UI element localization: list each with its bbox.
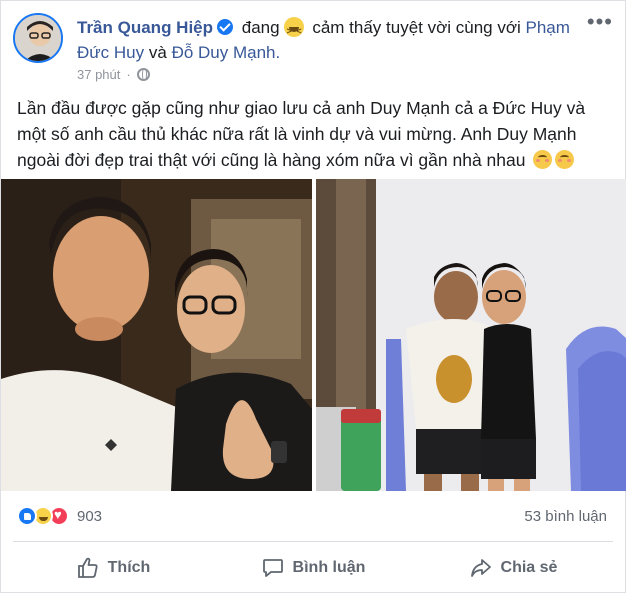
comment-count[interactable]: 53 bình luận [524,508,607,525]
like-label: Thích [107,559,151,576]
feeling-prefix: đang [241,18,280,37]
photo-standing[interactable] [316,179,626,491]
author-avatar[interactable] [13,13,63,63]
grinning-squinting-emoji-icon [283,17,304,44]
post-timestamp[interactable]: 37 phút [77,67,120,82]
photo-selfie[interactable] [1,179,312,491]
photo-grid [1,179,626,491]
post-meta: 37 phút · [77,67,150,82]
meta-dot: · [126,67,131,82]
smiling-blush-emoji-icon [533,150,553,169]
post-body-text: Lần đầu được gặp cũng như giao lưu cả an… [17,95,613,173]
share-arrow-icon [470,559,491,577]
author-name[interactable]: Trần Quang Hiệp [77,18,213,37]
globe-icon[interactable] [136,68,150,81]
comment-button[interactable]: Bình luận [213,547,413,589]
divider [13,541,613,542]
like-button[interactable]: Thích [13,547,213,589]
post-header: Trần Quang Hiệp đang cảm thấy tuyệt vời … [13,11,613,82]
more-options-button[interactable]: ••• [587,11,613,33]
post-text-content: Lần đầu được gặp cũng như giao lưu cả an… [17,98,586,170]
comment-label: Bình luận [292,559,366,576]
post-card: Trần Quang Hiệp đang cảm thấy tuyệt vời … [0,0,626,593]
reaction-count[interactable]: 903 [77,508,102,525]
tagged-person-2[interactable]: Đỗ Duy Mạnh. [172,43,281,62]
post-headline: Trần Quang Hiệp đang cảm thấy tuyệt vời … [77,15,577,65]
action-bar: Thích Bình luận Chia sẻ [13,547,613,589]
like-reaction-icon [17,506,37,526]
share-label: Chia sẻ [500,559,558,576]
comment-bubble-icon [262,559,283,577]
smiling-blush-emoji-icon [555,150,575,169]
feeling-text: cảm thấy tuyệt vời cùng với [312,18,521,37]
reaction-summary[interactable]: 903 [17,506,102,526]
verified-badge-icon [217,19,234,35]
tag-conjunction: và [148,43,167,62]
thumbs-up-icon [77,557,98,578]
share-button[interactable]: Chia sẻ [413,547,613,589]
